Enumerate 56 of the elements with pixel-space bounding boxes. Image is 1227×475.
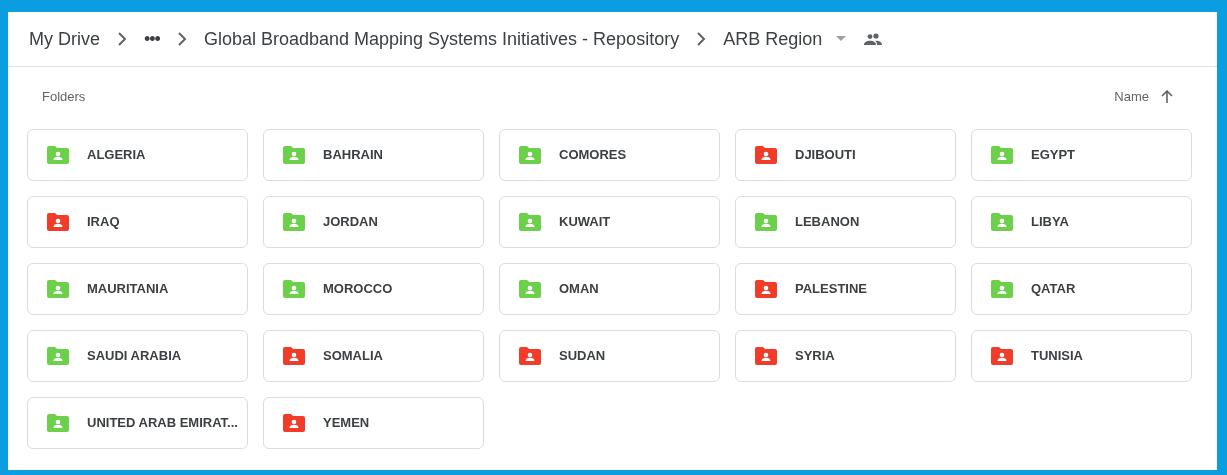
folder-card[interactable]: EGYPT — [971, 128, 1192, 181]
folder-name: YEMEN — [323, 413, 370, 432]
breadcrumb-link[interactable]: My Drive — [29, 25, 100, 53]
folder-card[interactable]: QATAR — [971, 262, 1192, 315]
folder-name: QATAR — [1031, 279, 1076, 298]
folder-name: ALGERIA — [87, 145, 146, 164]
folder-card[interactable]: JORDAN — [263, 195, 484, 248]
folder-card[interactable]: IRAQ — [27, 195, 248, 248]
folder-card[interactable]: DJIBOUTI — [735, 128, 956, 181]
folder-name: UNITED ARAB EMIRAT... — [87, 413, 238, 432]
folder-card[interactable]: SAUDI ARABIA — [27, 329, 248, 382]
folder-name: IRAQ — [87, 212, 120, 231]
folder-name: DJIBOUTI — [795, 145, 856, 164]
folder-name: SOMALIA — [323, 346, 383, 365]
folder-name: MOROCCO — [323, 279, 393, 298]
folder-name: EGYPT — [1031, 145, 1076, 164]
section-title: Folders — [42, 88, 86, 106]
folder-name: MAURITANIA — [87, 279, 169, 298]
folder-card[interactable]: COMORES — [499, 128, 720, 181]
arrow-up-icon[interactable] — [1161, 90, 1173, 104]
folder-name: SAUDI ARABIA — [87, 346, 182, 365]
folder-name: OMAN — [559, 279, 599, 298]
more-button[interactable]: ••• — [144, 25, 160, 53]
folder-card[interactable]: UNITED ARAB EMIRAT... — [27, 396, 248, 449]
folder-card[interactable]: YEMEN — [263, 396, 484, 449]
folder-name: PALESTINE — [795, 279, 867, 298]
people-icon[interactable] — [864, 33, 883, 45]
dropdown-caret-icon[interactable] — [836, 36, 847, 42]
folder-card[interactable]: MOROCCO — [263, 262, 484, 315]
chevron-right-icon — [696, 32, 707, 46]
breadcrumb-link[interactable]: Global Broadband Mapping Systems Initiatives - Repository — [203, 25, 680, 53]
breadcrumb-link[interactable]: ARB Region — [723, 25, 823, 53]
folder-name: JORDAN — [323, 212, 378, 231]
folder-name: BAHRAIN — [323, 145, 383, 164]
folder-card[interactable]: OMAN — [499, 262, 720, 315]
folder-card[interactable]: MAURITANIA — [27, 262, 248, 315]
folder-name: LEBANON — [795, 212, 860, 231]
folder-card[interactable]: SYRIA — [735, 329, 956, 382]
folder-name: SUDAN — [559, 346, 606, 365]
folder-card[interactable]: LEBANON — [735, 195, 956, 248]
folder-card[interactable]: ALGERIA — [27, 128, 248, 181]
folder-name: TUNISIA — [1031, 346, 1083, 365]
folder-card[interactable]: SUDAN — [499, 329, 720, 382]
folder-name: LIBYA — [1031, 212, 1069, 231]
folder-name: KUWAIT — [559, 212, 611, 231]
folder-card[interactable]: KUWAIT — [499, 195, 720, 248]
chevron-right-icon — [117, 32, 127, 46]
sort-button[interactable]: Name — [1114, 87, 1149, 107]
chevron-right-icon — [176, 32, 187, 46]
folder-card[interactable]: BAHRAIN — [263, 128, 484, 181]
folder-card[interactable]: TUNISIA — [971, 329, 1192, 382]
folder-name: SYRIA — [795, 346, 835, 365]
folder-card[interactable]: LIBYA — [971, 195, 1192, 248]
folder-card[interactable]: SOMALIA — [263, 329, 484, 382]
folder-card[interactable]: PALESTINE — [735, 262, 956, 315]
folder-name: COMORES — [559, 145, 627, 164]
